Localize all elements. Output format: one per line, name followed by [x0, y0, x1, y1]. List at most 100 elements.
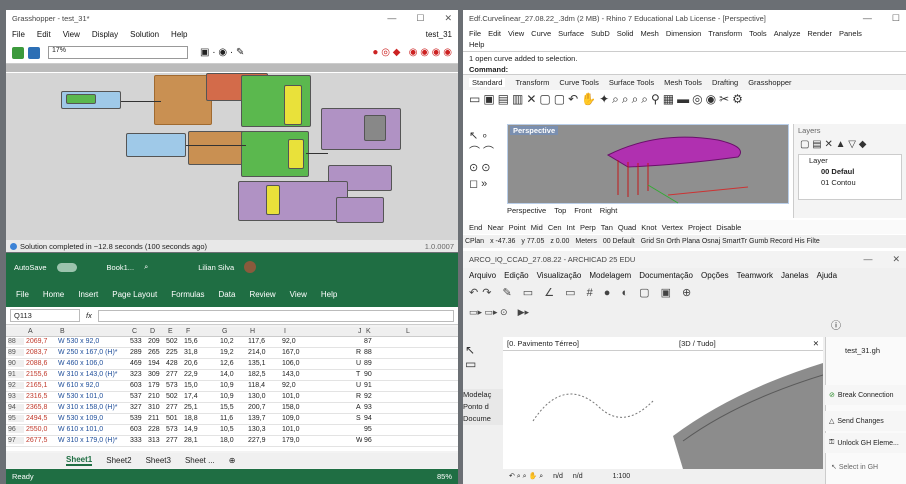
- cell[interactable]: 109,0: [282, 415, 354, 422]
- cell[interactable]: 2316,5: [26, 393, 56, 400]
- cell[interactable]: 428: [166, 360, 182, 367]
- cell[interactable]: 603: [130, 426, 146, 433]
- gh-component[interactable]: [266, 185, 280, 215]
- gh-doc-name[interactable]: test_31: [426, 30, 452, 39]
- rhino-menu-view[interactable]: View: [508, 29, 524, 38]
- cell[interactable]: 92: [8, 382, 24, 389]
- cell[interactable]: W 530 x 92,0: [58, 338, 128, 345]
- cell[interactable]: W 310 x 143,0 (H)*: [58, 371, 128, 378]
- cell[interactable]: 2494,5: [26, 415, 56, 422]
- gh-menu-edit[interactable]: Edit: [37, 30, 51, 39]
- avatar[interactable]: [244, 261, 257, 273]
- cell[interactable]: A: [356, 404, 362, 411]
- table-row[interactable]: 92 2165,1 W 610 x 92,0 603 179 573 15,0 10,9 118…: [6, 381, 458, 392]
- archicad-toolbar-icons[interactable]: ↶↷ ✎ ▭ ∠ ▭ # ● ◐ ▢ ▣ ⊕: [463, 283, 906, 303]
- view-tab-front[interactable]: Front: [574, 206, 592, 215]
- cell[interactable]: 15,0: [184, 382, 218, 389]
- rhino-menu-mesh[interactable]: Mesh: [640, 29, 658, 38]
- excel-menu-formulas[interactable]: Formulas: [171, 290, 204, 299]
- send-changes-button[interactable]: △ Send Changes: [825, 411, 906, 431]
- column-header[interactable]: G: [222, 328, 227, 335]
- osnap-project[interactable]: Project: [688, 223, 711, 232]
- cell[interactable]: 211: [148, 415, 164, 422]
- cell[interactable]: 603: [130, 382, 146, 389]
- cell[interactable]: 22,9: [184, 371, 218, 378]
- cell[interactable]: 94: [364, 415, 402, 422]
- cell[interactable]: 209: [148, 338, 164, 345]
- nav-ponto[interactable]: Ponto d: [463, 401, 503, 413]
- tab-transform[interactable]: Transform: [515, 78, 549, 87]
- cell[interactable]: 210: [148, 393, 164, 400]
- cell[interactable]: 158,0: [282, 404, 354, 411]
- tab-3d[interactable]: [3D / Tudo]: [679, 339, 716, 348]
- excel-menu-file[interactable]: File: [16, 290, 29, 299]
- cell[interactable]: 89: [8, 349, 24, 356]
- rhino-menu-subd[interactable]: SubD: [591, 29, 610, 38]
- cell[interactable]: 14,0: [220, 371, 246, 378]
- nav-documentacao[interactable]: Docume: [463, 413, 503, 425]
- ac-menu-modelagem[interactable]: Modelagem: [589, 271, 631, 280]
- gh-menu-solution[interactable]: Solution: [130, 30, 159, 39]
- cell[interactable]: 94: [8, 404, 24, 411]
- column-header[interactable]: F: [186, 328, 190, 335]
- cell[interactable]: 92: [364, 393, 402, 400]
- cell[interactable]: 130,0: [248, 393, 280, 400]
- osnap-cen[interactable]: Cen: [548, 223, 562, 232]
- toggle-icon[interactable]: [56, 262, 77, 272]
- gh-canvas[interactable]: [6, 73, 458, 240]
- tab-surface-tools[interactable]: Surface Tools: [609, 78, 654, 87]
- spreadsheet-grid[interactable]: A B C D E F G H I J K L 88 2069,7 W 530 x 92,0 533 209 50…: [6, 327, 458, 451]
- cell[interactable]: 10,5: [220, 426, 246, 433]
- cell[interactable]: 10,2: [220, 338, 246, 345]
- tab-drafting[interactable]: Drafting: [712, 78, 738, 87]
- archicad-toolbox[interactable]: ↖ ▭: [465, 343, 499, 383]
- gh-menu-display[interactable]: Display: [92, 30, 118, 39]
- column-header[interactable]: C: [132, 328, 137, 335]
- book-name[interactable]: Book1...: [107, 263, 135, 272]
- excel-menu-home[interactable]: Home: [43, 290, 64, 299]
- osnap-perp[interactable]: Perp: [580, 223, 596, 232]
- cell[interactable]: U: [356, 382, 362, 389]
- cell[interactable]: 139,7: [248, 415, 280, 422]
- sheet-tab-2[interactable]: Sheet2: [106, 456, 131, 465]
- unlock-gh-elements-button[interactable]: ⚿ Unlock GH Eleme...: [825, 433, 906, 453]
- cell[interactable]: 2365,8: [26, 404, 56, 411]
- standard-toolbar-icons[interactable]: ▭▣▤▥✕▢▢↶✋✦⌕⌕⌕⌕⚲▦▬◎◉✂⚙: [463, 90, 906, 110]
- cell[interactable]: 327: [130, 404, 146, 411]
- cell[interactable]: 214,0: [248, 349, 280, 356]
- nav-modelacao[interactable]: Modelaç: [463, 389, 503, 401]
- excel-menu-help[interactable]: Help: [321, 290, 337, 299]
- tab-floor-plan[interactable]: [0. Pavimento Térreo]: [503, 339, 579, 348]
- cell[interactable]: 2088,6: [26, 360, 56, 367]
- cell[interactable]: 101,0: [282, 426, 354, 433]
- cell[interactable]: 179: [148, 382, 164, 389]
- maximize-icon[interactable]: ☐: [892, 13, 900, 24]
- excel-menu-data[interactable]: Data: [219, 290, 236, 299]
- zoom-level[interactable]: 85%: [437, 472, 452, 481]
- cell[interactable]: W 530 x 101,0: [58, 393, 128, 400]
- minimize-icon[interactable]: —: [863, 13, 872, 24]
- table-row[interactable]: 95 2494,5 W 530 x 109,0 539 211 501 18,8 11,6 13…: [6, 414, 458, 425]
- cell[interactable]: 90: [364, 371, 402, 378]
- cell[interactable]: 28,1: [184, 437, 218, 444]
- cell[interactable]: 130,3: [248, 426, 280, 433]
- column-header[interactable]: I: [284, 328, 286, 335]
- cell[interactable]: W 250 x 167,0 (H)*: [58, 349, 128, 356]
- cell[interactable]: W 310 x 158,0 (H)*: [58, 404, 128, 411]
- excel-menu-insert[interactable]: Insert: [78, 290, 98, 299]
- canvas-tools-icon[interactable]: ▣ · ◉ · ✎: [200, 47, 244, 58]
- cell[interactable]: 117,6: [248, 338, 280, 345]
- table-row[interactable]: 89 2083,7 W 250 x 167,0 (H)* 289 265 225 31,8 1…: [6, 348, 458, 359]
- gh-component[interactable]: [288, 139, 304, 169]
- rhino-menu-help[interactable]: Help: [463, 40, 906, 49]
- cell[interactable]: 573: [166, 426, 182, 433]
- table-row[interactable]: 91 2155,6 W 310 x 143,0 (H)* 323 309 277 22,9 1…: [6, 370, 458, 381]
- cell[interactable]: 167,0: [282, 349, 354, 356]
- perspective-viewport[interactable]: Perspective: [507, 124, 789, 204]
- sheet-tab-3[interactable]: Sheet3: [146, 456, 171, 465]
- cell[interactable]: 11,6: [220, 415, 246, 422]
- rhino-menu-analyze[interactable]: Analyze: [774, 29, 801, 38]
- gh-group-orange[interactable]: [188, 131, 246, 165]
- cell[interactable]: 309: [148, 371, 164, 378]
- cell[interactable]: 95: [364, 426, 402, 433]
